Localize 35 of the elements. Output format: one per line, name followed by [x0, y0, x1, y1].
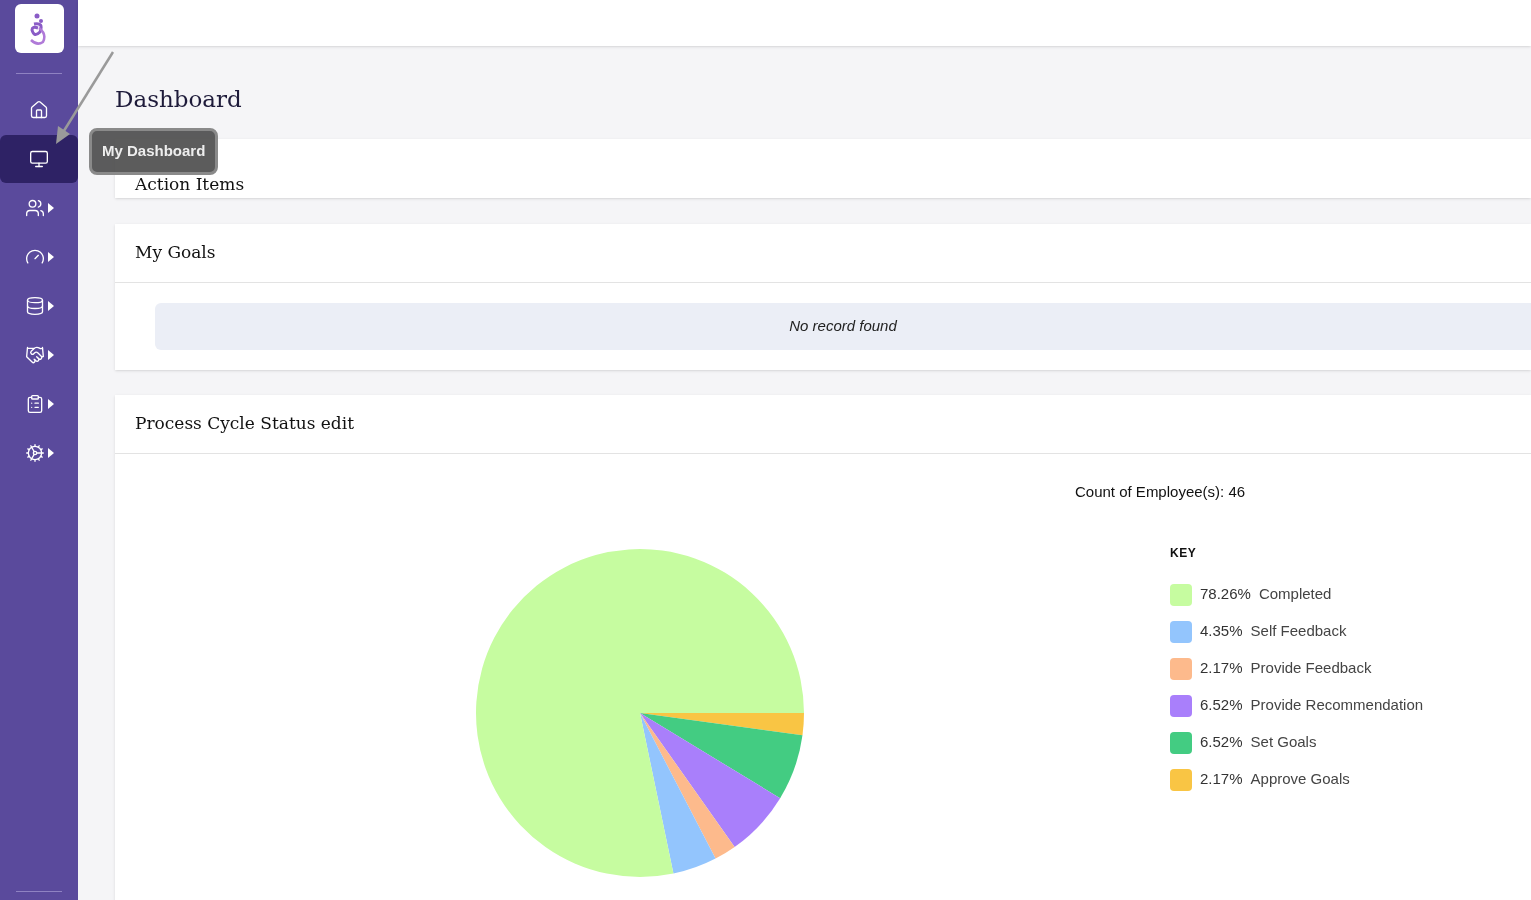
logo-icon [30, 13, 46, 45]
card-title: Action Items [135, 174, 245, 194]
page-title: Dashboard [115, 85, 243, 114]
caret-icon [47, 448, 54, 458]
legend-percent: 2.17% [1200, 769, 1243, 790]
legend-label: Approve Goals [1250, 769, 1350, 790]
handshake-icon [24, 345, 45, 365]
legend-percent: 2.17% [1200, 658, 1243, 679]
users-icon [24, 198, 45, 218]
caret-icon [47, 350, 54, 360]
caret-icon [47, 252, 54, 262]
empty-message: No record found [155, 303, 1531, 350]
legend-label: Completed [1258, 584, 1332, 605]
legend-label: Provide Feedback [1250, 658, 1372, 679]
caret-icon [47, 399, 54, 409]
monitor-icon [29, 149, 49, 169]
legend-percent: 4.35% [1200, 621, 1243, 642]
card-title: My Goals [135, 241, 216, 265]
employee-count: Count of Employee(s): 46 [1075, 482, 1247, 502]
legend-label: Set Goals [1250, 732, 1317, 753]
caret-icon [47, 301, 54, 311]
sidebar-item[interactable] [0, 135, 78, 183]
legend-percent: 78.26% [1200, 584, 1251, 605]
home-icon [29, 100, 49, 120]
gear-icon [24, 443, 45, 463]
logo[interactable] [14, 4, 64, 53]
card-title: Process Cycle Status edit [135, 412, 354, 436]
legend-title: KEY [1170, 544, 1198, 562]
legend-label: Self Feedback [1250, 621, 1347, 642]
caret-icon [47, 203, 54, 213]
tooltip: My Dashboard [89, 128, 219, 175]
legend-percent: 6.52% [1200, 732, 1243, 753]
legend-label: Provide Recommendation [1250, 695, 1424, 716]
legend-percent: 6.52% [1200, 695, 1243, 716]
database-icon [24, 296, 45, 316]
